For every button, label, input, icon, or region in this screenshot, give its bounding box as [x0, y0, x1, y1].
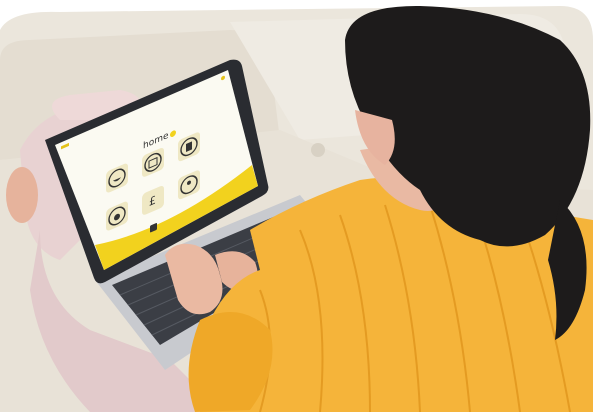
app-title: home: [143, 130, 169, 152]
logo-dot-icon: [170, 130, 176, 137]
menu-icon[interactable]: [61, 142, 69, 150]
photo-scene: home £: [0, 0, 593, 412]
tile-pound[interactable]: £: [142, 185, 164, 217]
laptop-screen-ui: home £: [61, 75, 225, 233]
tile-rice-bowl[interactable]: [106, 162, 128, 194]
close-icon[interactable]: [221, 75, 225, 81]
tile-calendar[interactable]: [142, 147, 164, 179]
tile-book[interactable]: [178, 131, 200, 163]
tile-person[interactable]: [178, 169, 200, 201]
home-icon[interactable]: [150, 222, 157, 233]
tile-money-bag[interactable]: [106, 200, 128, 232]
